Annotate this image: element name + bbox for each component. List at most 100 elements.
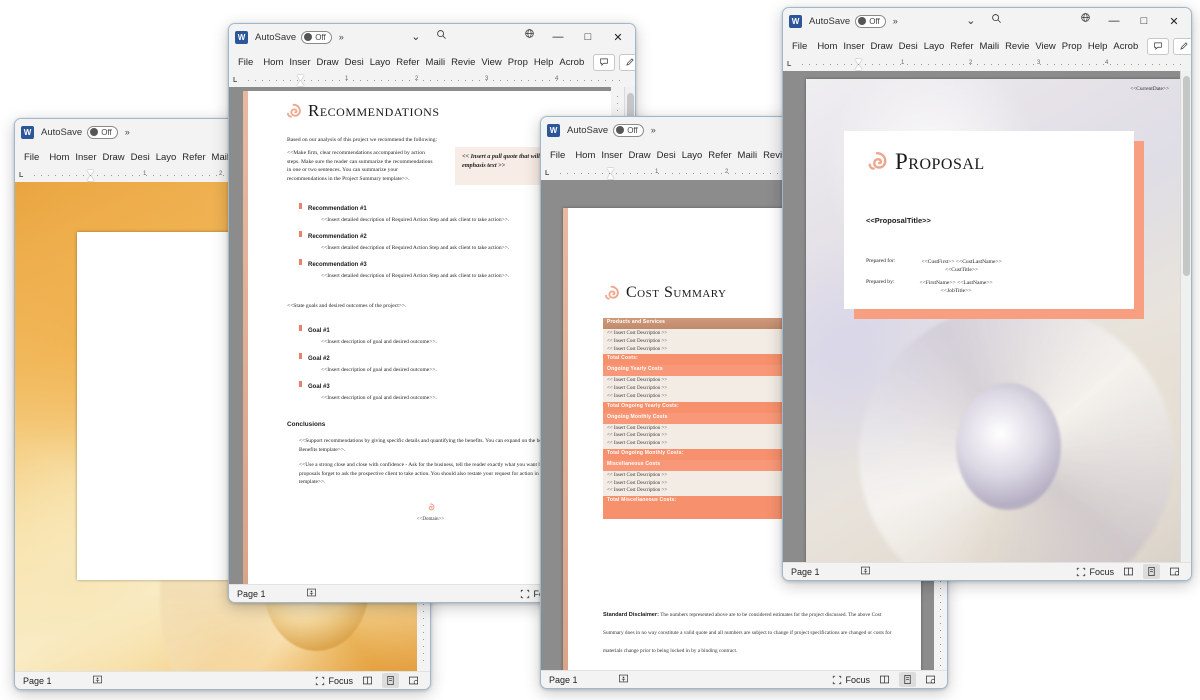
- tab-home[interactable]: Hom: [46, 150, 72, 165]
- tab-home[interactable]: Hom: [260, 55, 286, 70]
- minimize-button[interactable]: —: [543, 24, 573, 50]
- ribbon-tabs[interactable]: File Hom Inser Draw Desi Layo Refer Mail…: [783, 34, 1191, 58]
- tab-insert[interactable]: Inser: [286, 55, 313, 70]
- tab-references[interactable]: Refer: [179, 150, 208, 165]
- focus-mode-button[interactable]: Focus: [832, 675, 870, 685]
- page-indicator[interactable]: Page 1: [237, 589, 266, 599]
- search-icon[interactable]: [428, 24, 455, 50]
- page-indicator[interactable]: Page 1: [23, 676, 52, 686]
- hanging-indent-marker[interactable]: [297, 81, 304, 86]
- tab-acrobat[interactable]: Acrob: [556, 55, 587, 70]
- quick-access-more-icon[interactable]: »: [651, 125, 656, 135]
- first-line-indent-marker[interactable]: [297, 75, 304, 80]
- autosave-toggle[interactable]: Off: [613, 123, 644, 137]
- document-canvas[interactable]: <<CurrentDate>> Proposal <<ProposalTitle…: [783, 71, 1191, 562]
- accessibility-checker-icon[interactable]: [306, 587, 317, 600]
- print-layout-icon[interactable]: [1143, 564, 1160, 579]
- tab-insert[interactable]: Inser: [598, 148, 625, 163]
- read-mode-icon[interactable]: [1120, 564, 1137, 579]
- tab-references[interactable]: Refer: [705, 148, 734, 163]
- tab-design[interactable]: Desi: [896, 39, 921, 54]
- tab-review[interactable]: Revie: [448, 55, 478, 70]
- close-button[interactable]: ✕: [603, 24, 633, 50]
- cover-white-panel[interactable]: Proposal <<ProposalTitle>> Prepared for:…: [844, 131, 1134, 309]
- autosave-toggle[interactable]: Off: [855, 14, 886, 28]
- page-scroll-area[interactable]: <<CurrentDate>> Proposal <<ProposalTitle…: [783, 71, 1180, 562]
- tab-help[interactable]: Help: [1085, 39, 1111, 54]
- tab-stop-icon[interactable]: L: [19, 172, 23, 179]
- title-bar[interactable]: W AutoSave Off » ⌄ — □ ✕: [229, 24, 635, 50]
- tab-layout[interactable]: Layo: [153, 150, 180, 165]
- editing-mode-button[interactable]: Editing ›: [619, 53, 635, 71]
- tab-home[interactable]: Hom: [572, 148, 598, 163]
- print-layout-icon[interactable]: [899, 672, 916, 687]
- hanging-indent-marker[interactable]: [855, 65, 862, 70]
- hanging-indent-marker[interactable]: [87, 176, 94, 181]
- horizontal-ruler[interactable]: L 1 2 3 4: [783, 58, 1191, 71]
- accessibility-checker-icon[interactable]: [618, 673, 629, 686]
- tab-layout[interactable]: Layo: [679, 148, 706, 163]
- account-globe-icon[interactable]: [516, 24, 543, 50]
- scrollbar-thumb[interactable]: [1183, 76, 1190, 276]
- minimize-button[interactable]: —: [1099, 8, 1129, 34]
- tab-help[interactable]: Help: [531, 55, 557, 70]
- tab-proposal[interactable]: Prop: [1059, 39, 1085, 54]
- web-layout-icon[interactable]: [922, 672, 939, 687]
- tab-layout[interactable]: Layo: [921, 39, 948, 54]
- accessibility-checker-icon[interactable]: [860, 565, 871, 578]
- tab-review[interactable]: Revie: [1002, 39, 1032, 54]
- close-button[interactable]: ✕: [1159, 8, 1189, 34]
- tab-view[interactable]: View: [478, 55, 504, 70]
- first-line-indent-marker[interactable]: [87, 170, 94, 175]
- first-line-indent-marker[interactable]: [607, 168, 614, 173]
- account-globe-icon[interactable]: [1072, 8, 1099, 34]
- status-bar[interactable]: Page 1 Focus: [541, 670, 947, 688]
- status-bar[interactable]: Page 1 Focus: [783, 562, 1191, 580]
- search-icon[interactable]: [983, 8, 1010, 34]
- tab-design[interactable]: Desi: [654, 148, 679, 163]
- focus-mode-button[interactable]: Focus: [315, 676, 353, 686]
- tab-references[interactable]: Refer: [947, 39, 976, 54]
- ribbon-tabs[interactable]: File Hom Inser Draw Desi Layo Refer Mail…: [229, 50, 635, 74]
- tab-home[interactable]: Hom: [814, 39, 840, 54]
- tab-view[interactable]: View: [1032, 39, 1058, 54]
- title-bar[interactable]: W AutoSave Off » ⌄ — □ ✕: [783, 8, 1191, 34]
- focus-mode-button[interactable]: Focus: [1076, 567, 1114, 577]
- read-mode-icon[interactable]: [876, 672, 893, 687]
- autosave-toggle[interactable]: Off: [87, 125, 118, 139]
- tab-draw[interactable]: Draw: [100, 150, 128, 165]
- tab-insert[interactable]: Inser: [840, 39, 867, 54]
- tab-insert[interactable]: Inser: [72, 150, 99, 165]
- accessibility-checker-icon[interactable]: [92, 674, 103, 687]
- customize-quick-access-icon[interactable]: ⌄: [403, 24, 428, 50]
- web-layout-icon[interactable]: [405, 673, 422, 688]
- quick-access-more-icon[interactable]: »: [339, 32, 344, 42]
- first-line-indent-marker[interactable]: [855, 59, 862, 64]
- read-mode-icon[interactable]: [359, 673, 376, 688]
- autosave-toggle[interactable]: Off: [301, 30, 332, 44]
- tab-mailings[interactable]: Maili: [423, 55, 449, 70]
- comments-button[interactable]: [1147, 37, 1170, 55]
- tab-file[interactable]: File: [232, 55, 260, 70]
- tab-file[interactable]: File: [544, 148, 572, 163]
- tab-layout[interactable]: Layo: [367, 55, 394, 70]
- print-layout-icon[interactable]: [382, 673, 399, 688]
- page-indicator[interactable]: Page 1: [791, 567, 820, 577]
- tab-design[interactable]: Desi: [342, 55, 367, 70]
- web-layout-icon[interactable]: [1166, 564, 1183, 579]
- tab-stop-icon[interactable]: L: [787, 61, 791, 68]
- vertical-scrollbar[interactable]: [1180, 71, 1191, 562]
- comments-button[interactable]: [593, 53, 616, 71]
- tab-proposal[interactable]: Prop: [505, 55, 531, 70]
- horizontal-ruler[interactable]: L 1 2 3 4: [229, 74, 635, 87]
- editing-mode-button[interactable]: Editing ›: [1173, 37, 1191, 55]
- hanging-indent-marker[interactable]: [607, 174, 614, 179]
- tab-acrobat[interactable]: Acrob: [1110, 39, 1141, 54]
- quick-access-more-icon[interactable]: »: [893, 16, 898, 26]
- page-indicator[interactable]: Page 1: [549, 675, 578, 685]
- tab-file[interactable]: File: [18, 150, 46, 165]
- word-window-proposal-cover[interactable]: W AutoSave Off » ⌄ — □ ✕ File Hom Inser: [782, 7, 1192, 581]
- tab-file[interactable]: File: [786, 39, 814, 54]
- quick-access-more-icon[interactable]: »: [125, 127, 130, 137]
- tab-mailings[interactable]: Maili: [735, 148, 761, 163]
